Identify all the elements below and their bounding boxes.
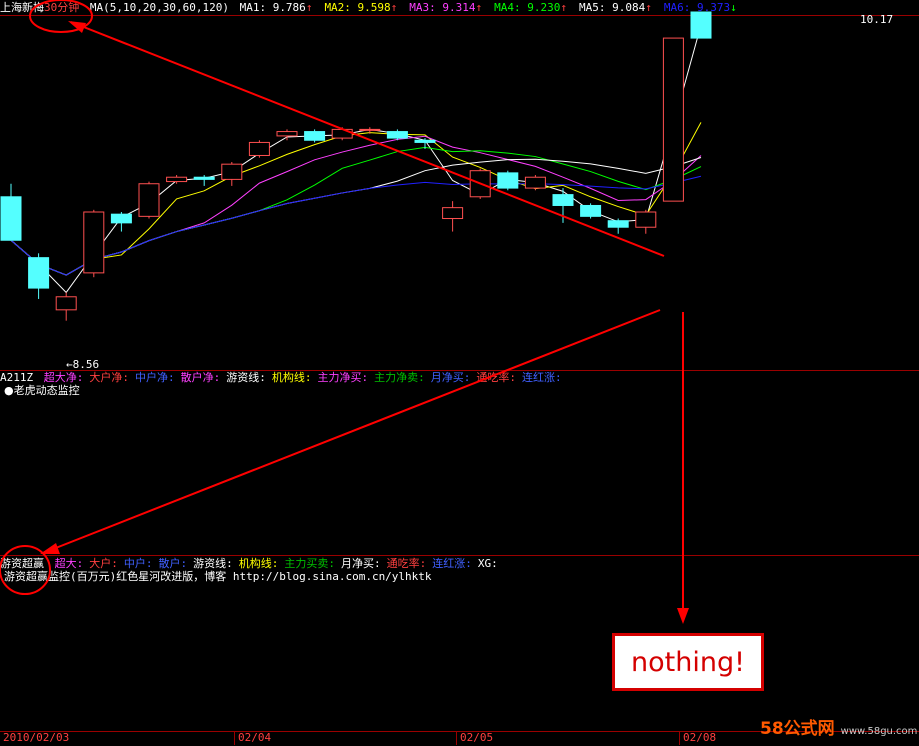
candle-body	[110, 213, 132, 224]
date-label-3: 02/08	[679, 731, 716, 745]
nothing-annotation: nothing!	[612, 633, 764, 691]
arrowhead-panel3	[40, 543, 60, 554]
candle-body	[138, 183, 160, 217]
candle-body	[304, 131, 326, 141]
candle-body	[414, 139, 436, 143]
candle-body	[552, 194, 574, 206]
candle-body	[28, 257, 50, 289]
watermark: 58公式网 www.58gu.com	[760, 714, 917, 739]
ma-line-1	[10, 24, 702, 294]
candle-body	[690, 11, 712, 39]
candle-body	[0, 196, 22, 241]
candle-body	[662, 37, 684, 202]
candle-body	[580, 204, 602, 217]
candle-body	[83, 211, 105, 274]
annotations	[0, 0, 689, 624]
candle-body	[359, 128, 381, 131]
watermark-logo: 58公式网	[760, 719, 835, 739]
watermark-url: www.58gu.com	[840, 726, 918, 737]
date-label-0: 2010/02/03	[3, 731, 70, 744]
arrow-to-panel3	[42, 309, 661, 554]
candle-body	[166, 176, 188, 183]
candle-body	[331, 128, 353, 139]
date-label-1: 02/04	[234, 731, 271, 745]
candle-body	[386, 131, 408, 139]
candle-body	[276, 131, 298, 137]
arrowhead-nothing	[677, 608, 689, 624]
candle-body	[248, 141, 270, 156]
candlestick-chart[interactable]	[0, 0, 919, 746]
candle-body	[193, 176, 215, 180]
candle-body	[635, 211, 657, 228]
candle-body	[442, 207, 464, 220]
candle-body	[55, 296, 77, 311]
candle-body	[221, 163, 243, 180]
candle-body	[607, 220, 629, 228]
candle-body	[497, 172, 519, 189]
nothing-text: nothing!	[631, 646, 745, 678]
candle-body	[524, 176, 546, 189]
ma-lines	[10, 24, 702, 294]
arrow-to-period	[70, 21, 665, 257]
date-label-2: 02/05	[456, 731, 493, 745]
ma-line-2	[10, 122, 702, 276]
